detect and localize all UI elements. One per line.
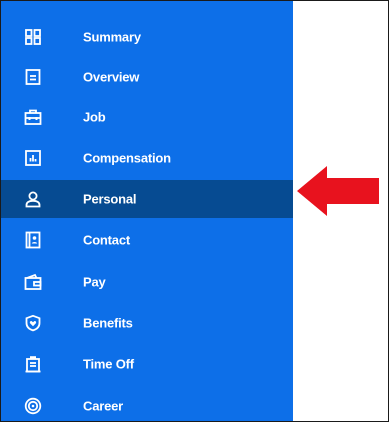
- worker-profile-sidebar: Summary Overview Job Compensation Person…: [1, 1, 293, 421]
- document-icon: [24, 68, 42, 86]
- sidebar-item-label: Time Off: [83, 356, 134, 372]
- contact-card-icon: [24, 231, 42, 249]
- sidebar-item-summary[interactable]: Summary: [1, 18, 293, 56]
- clipboard-icon: [24, 355, 42, 373]
- screenshot-frame: Summary Overview Job Compensation Person…: [0, 0, 389, 422]
- sidebar-item-label: Summary: [83, 29, 141, 45]
- sidebar-item-compensation[interactable]: Compensation: [1, 139, 293, 177]
- briefcase-icon: [24, 108, 42, 126]
- sidebar-item-contact[interactable]: Contact: [1, 221, 293, 259]
- sidebar-item-career[interactable]: Career: [1, 387, 293, 425]
- shield-heart-icon: [24, 314, 42, 332]
- grid-icon: [24, 28, 42, 46]
- sidebar-item-job[interactable]: Job: [1, 98, 293, 136]
- sidebar-item-pay[interactable]: Pay: [1, 263, 293, 301]
- sidebar-item-label: Pay: [83, 274, 106, 290]
- person-icon: [24, 190, 42, 208]
- sidebar-item-benefits[interactable]: Benefits: [1, 304, 293, 342]
- sidebar-item-label: Job: [83, 109, 106, 125]
- sidebar-item-label: Overview: [83, 69, 140, 85]
- sidebar-item-label: Career: [83, 398, 123, 414]
- bar-chart-icon: [24, 149, 42, 167]
- sidebar-item-label: Benefits: [83, 315, 133, 331]
- red-arrow-left-icon: [297, 166, 379, 216]
- sidebar-item-personal[interactable]: Personal: [1, 180, 293, 218]
- wallet-icon: [24, 273, 42, 291]
- sidebar-item-overview[interactable]: Overview: [1, 58, 293, 96]
- sidebar-item-time-off[interactable]: Time Off: [1, 345, 293, 383]
- sidebar-item-label: Personal: [83, 191, 137, 207]
- sidebar-item-label: Compensation: [83, 150, 171, 166]
- target-icon: [24, 397, 42, 415]
- sidebar-item-label: Contact: [83, 232, 130, 248]
